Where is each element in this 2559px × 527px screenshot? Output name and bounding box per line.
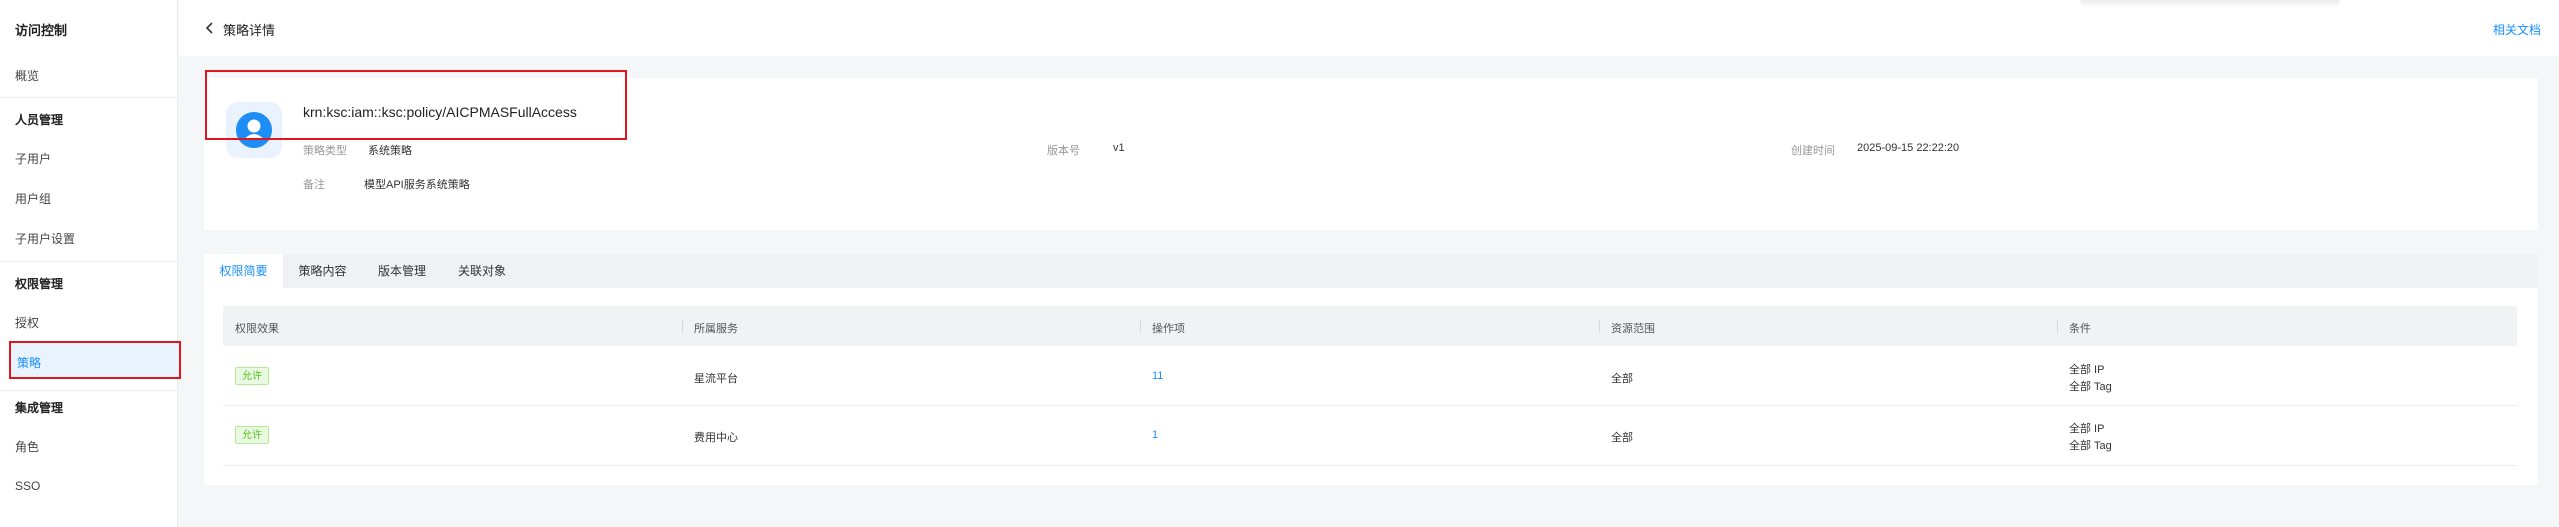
table-cell-condition-tag: 全部 Tag	[2069, 440, 2112, 452]
row-divider	[223, 465, 2517, 466]
status-badge: 允许	[235, 426, 269, 444]
sidebar-item-sso[interactable]: SSO	[15, 479, 40, 493]
column-header-actions: 操作项	[1152, 323, 1185, 335]
page-header	[179, 0, 2559, 56]
column-divider	[1599, 320, 1600, 333]
sidebar-item-authorization[interactable]: 授权	[15, 314, 39, 331]
header-shadow	[2080, 0, 2340, 8]
column-divider	[2057, 320, 2058, 333]
sidebar-item-roles[interactable]: 角色	[15, 438, 39, 455]
column-header-resource: 资源范围	[1611, 323, 1655, 335]
created-time-value: 2025-09-15 22:22:20	[1857, 142, 1960, 154]
page-title: 策略详情	[223, 23, 276, 38]
sidebar: 访问控制 概览 人员管理 子用户 用户组 子用户设置 权限管理 授权 策略 集成…	[0, 0, 181, 527]
sidebar-group-integration: 集成管理	[15, 401, 64, 415]
sidebar-divider	[0, 261, 178, 262]
sidebar-item-sub-users[interactable]: 子用户	[15, 150, 51, 167]
sidebar-item-policy[interactable]: 策略	[9, 341, 181, 379]
remark-label: 备注	[303, 179, 325, 191]
version-value: v1	[1113, 142, 1125, 154]
column-divider	[1140, 320, 1141, 333]
tab-bar	[204, 254, 2538, 288]
tab-version-management[interactable]: 版本管理	[362, 254, 442, 288]
sidebar-group-permissions: 权限管理	[15, 277, 64, 291]
sidebar-divider	[0, 390, 178, 391]
table-cell-resource: 全部	[1611, 373, 1633, 385]
column-header-condition: 条件	[2069, 323, 2091, 335]
tab-policy-content[interactable]: 策略内容	[283, 254, 362, 288]
table-cell-resource: 全部	[1611, 432, 1633, 444]
sidebar-item-user-groups[interactable]: 用户组	[15, 190, 51, 207]
actions-count-link[interactable]: 1	[1152, 429, 1158, 441]
table-cell-condition-tag: 全部 Tag	[2069, 381, 2112, 393]
sidebar-title: 访问控制	[15, 23, 68, 38]
column-divider	[682, 320, 683, 333]
policy-type-value: 系统策略	[368, 145, 412, 157]
created-time-label: 创建时间	[1791, 145, 1835, 157]
table-header	[223, 306, 2517, 346]
sidebar-group-people: 人员管理	[15, 113, 64, 127]
row-divider	[223, 405, 2517, 406]
sidebar-divider	[0, 97, 178, 98]
table-cell-service: 费用中心	[694, 432, 738, 444]
tab-permission-summary[interactable]: 权限简要	[204, 254, 283, 288]
sidebar-item-label: 策略	[17, 356, 42, 370]
remark-value: 模型API服务系统策略	[364, 179, 470, 191]
related-docs-link[interactable]: 相关文档	[2493, 21, 2541, 38]
table-cell-service: 星流平台	[694, 373, 738, 385]
policy-name: krn:ksc:iam::ksc:policy/AICPMASFullAcces…	[303, 104, 577, 120]
chevron-left-icon[interactable]	[205, 21, 214, 35]
table-cell-condition-ip: 全部 IP	[2069, 423, 2105, 435]
version-label: 版本号	[1047, 145, 1080, 157]
tab-associated-objects[interactable]: 关联对象	[442, 254, 522, 288]
sidebar-item-sub-user-settings[interactable]: 子用户设置	[15, 230, 75, 247]
status-badge: 允许	[235, 367, 269, 385]
actions-count-link[interactable]: 11	[1152, 370, 1163, 382]
column-header-effect: 权限效果	[235, 323, 279, 335]
column-header-service: 所属服务	[694, 323, 738, 335]
policy-type-label: 策略类型	[303, 145, 347, 157]
table-cell-condition-ip: 全部 IP	[2069, 364, 2105, 376]
sidebar-item-overview[interactable]: 概览	[15, 67, 39, 84]
